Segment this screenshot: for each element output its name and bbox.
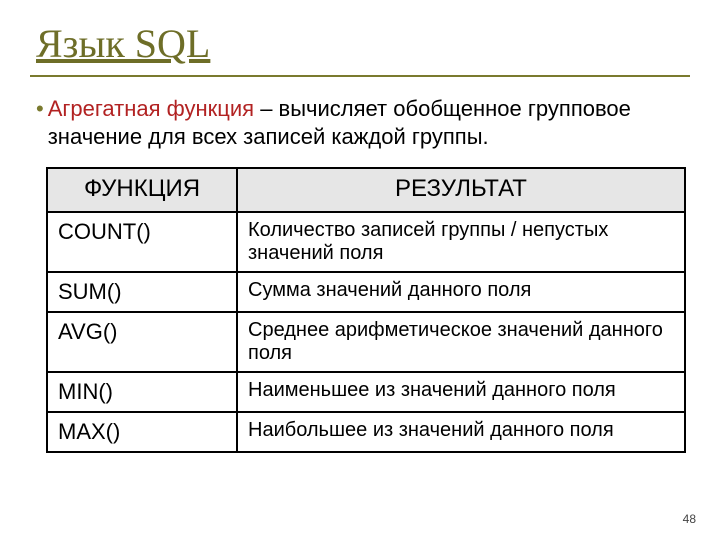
cell-function: AVG() [47,312,237,372]
table-header-row: ФУНКЦИЯ РЕЗУЛЬТАТ [47,168,685,212]
cell-result: Среднее арифметическое значений данного … [237,312,685,372]
cell-function: COUNT() [47,212,237,272]
table-row: MIN() Наименьшее из значений данного пол… [47,372,685,412]
table-row: AVG() Среднее арифметическое значений да… [47,312,685,372]
cell-result: Количество записей группы / непустых зна… [237,212,685,272]
table-row: COUNT() Количество записей группы / непу… [47,212,685,272]
table-row: MAX() Наибольшее из значений данного пол… [47,412,685,452]
bullet-term: Агрегатная функция [48,96,254,121]
cell-result: Сумма значений данного поля [237,272,685,312]
bullet-dot-icon: • [36,95,44,123]
col-header-function: ФУНКЦИЯ [47,168,237,212]
functions-table: ФУНКЦИЯ РЕЗУЛЬТАТ COUNT() Количество зап… [46,167,686,453]
cell-function: MIN() [47,372,237,412]
bullet-text: Агрегатная функция – вычисляет обобщенно… [48,95,690,151]
cell-result: Наименьшее из значений данного поля [237,372,685,412]
cell-result: Наибольшее из значений данного поля [237,412,685,452]
slide-number: 48 [683,512,696,526]
page-title: Язык SQL [36,20,690,67]
cell-function: SUM() [47,272,237,312]
cell-function: MAX() [47,412,237,452]
bullet-paragraph: • Агрегатная функция – вычисляет обобщен… [36,95,690,151]
table-row: SUM() Сумма значений данного поля [47,272,685,312]
col-header-result: РЕЗУЛЬТАТ [237,168,685,212]
title-underline-rule [30,75,690,77]
